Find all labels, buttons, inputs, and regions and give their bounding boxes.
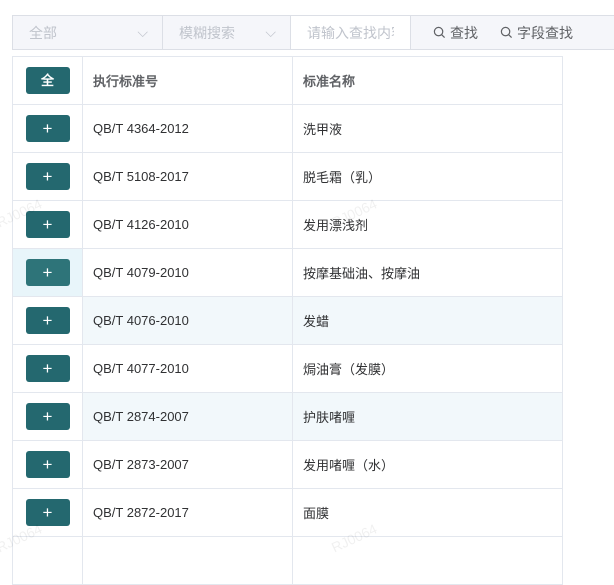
add-button[interactable]: + [25, 403, 70, 430]
row-gutter [563, 201, 584, 249]
add-cell: + [12, 248, 83, 297]
add-button[interactable]: + [25, 163, 70, 190]
add-cell: + [12, 296, 83, 345]
add-cell: + [12, 200, 83, 249]
row-gutter [563, 489, 584, 537]
category-value: 全部 [29, 24, 57, 41]
chevron-down-icon: ⌵ [265, 24, 276, 40]
standard-name-cell: 发用漂浅剂 [292, 200, 563, 249]
column-header-code: 执行标准号 [82, 56, 293, 105]
standard-name-cell: 按摩基础油、按摩油 [292, 248, 563, 297]
add-cell: + [12, 440, 83, 489]
table-row[interactable]: + QB/T 2872-2017 面膜 [12, 488, 584, 537]
standard-name-cell: 发蜡 [292, 296, 563, 345]
add-cell: + [12, 392, 83, 441]
standard-name-cell: 脱毛霜（乳） [292, 152, 563, 201]
header-gutter [563, 57, 584, 105]
row-gutter [563, 537, 584, 585]
chevron-down-icon: ⌵ [137, 24, 148, 40]
add-cell: + [12, 152, 83, 201]
add-button[interactable]: + [25, 307, 70, 334]
standard-code-cell: QB/T 4077-2010 [82, 344, 293, 393]
add-button[interactable]: + [25, 355, 70, 382]
table-row[interactable]: + QB/T 2873-2007 发用啫喱（水） [12, 440, 584, 489]
table-row[interactable]: + QB/T 4076-2010 发蜡 [12, 296, 584, 345]
add-button[interactable]: + [25, 451, 70, 478]
standard-name-cell: 护肤啫喱 [292, 392, 563, 441]
field-find-label: 字段查找 [517, 24, 573, 41]
table-row[interactable]: + QB/T 2874-2007 护肤啫喱 [12, 392, 584, 441]
add-cell [12, 536, 83, 585]
search-input[interactable] [291, 16, 411, 49]
search-toolbar: 全部 ⌵ 模糊搜索 ⌵ 查找 字段查找 [12, 15, 614, 50]
select-all-button[interactable]: 全 [25, 67, 70, 94]
row-gutter [563, 153, 584, 201]
standard-code-cell: QB/T 5108-2017 [82, 152, 293, 201]
mode-select[interactable]: 模糊搜索 ⌵ [163, 16, 291, 49]
add-cell: + [12, 488, 83, 537]
standard-code-cell: QB/T 4126-2010 [82, 200, 293, 249]
field-find-button[interactable]: 字段查找 [478, 16, 573, 49]
standard-code-cell: QB/T 2873-2007 [82, 440, 293, 489]
column-header-name: 标准名称 [292, 56, 563, 105]
standard-name-cell: 焗油膏（发膜） [292, 344, 563, 393]
table-header: 全 执行标准号 标准名称 [12, 56, 584, 105]
row-gutter [563, 441, 584, 489]
standard-code-cell [82, 536, 293, 585]
standards-table: 全 执行标准号 标准名称 + QB/T 4364-2012 洗甲液 + QB/T… [12, 56, 584, 585]
table-row[interactable]: + QB/T 4079-2010 按摩基础油、按摩油 [12, 248, 584, 297]
row-gutter [563, 345, 584, 393]
mode-value: 模糊搜索 [179, 24, 235, 41]
category-select[interactable]: 全部 ⌵ [13, 16, 163, 49]
table-row[interactable]: + QB/T 4077-2010 焗油膏（发膜） [12, 344, 584, 393]
standard-code-cell: QB/T 4079-2010 [82, 248, 293, 297]
select-all-cell: 全 [12, 56, 83, 105]
table-row[interactable]: + QB/T 4364-2012 洗甲液 [12, 104, 584, 153]
standard-name-cell: 面膜 [292, 488, 563, 537]
row-gutter [563, 393, 584, 441]
add-button[interactable]: + [25, 211, 70, 238]
standard-code-cell: QB/T 4364-2012 [82, 104, 293, 153]
add-button[interactable]: + [25, 115, 70, 142]
add-cell: + [12, 344, 83, 393]
table-row[interactable]: + QB/T 5108-2017 脱毛霜（乳） [12, 152, 584, 201]
standard-name-cell: 发用啫喱（水） [292, 440, 563, 489]
row-gutter [563, 105, 584, 153]
search-icon [500, 26, 513, 39]
add-button[interactable]: + [25, 259, 70, 286]
add-button[interactable]: + [25, 499, 70, 526]
row-gutter [563, 249, 584, 297]
find-label: 查找 [450, 24, 478, 41]
table-row[interactable] [12, 536, 584, 585]
row-gutter [563, 297, 584, 345]
table-row[interactable]: + QB/T 4126-2010 发用漂浅剂 [12, 200, 584, 249]
standard-name-cell [292, 536, 563, 585]
standard-name-cell: 洗甲液 [292, 104, 563, 153]
search-icon [433, 26, 446, 39]
find-button[interactable]: 查找 [411, 16, 478, 49]
standard-code-cell: QB/T 2872-2017 [82, 488, 293, 537]
add-cell: + [12, 104, 83, 153]
standard-code-cell: QB/T 2874-2007 [82, 392, 293, 441]
standard-code-cell: QB/T 4076-2010 [82, 296, 293, 345]
